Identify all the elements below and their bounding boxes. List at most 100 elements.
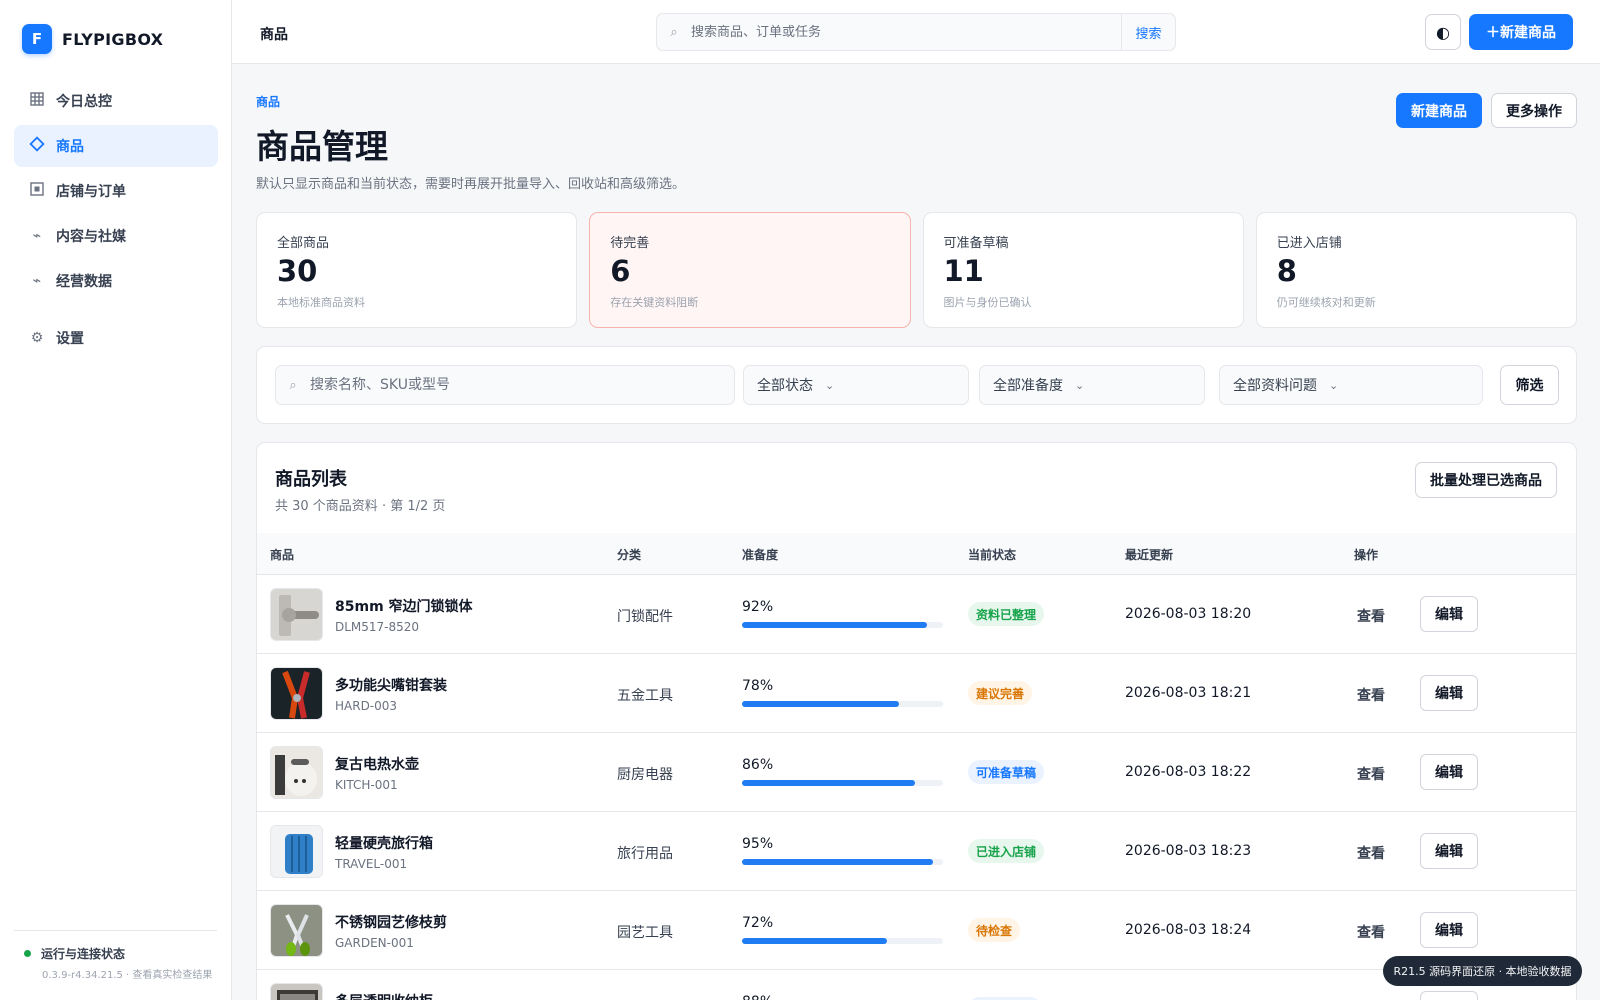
sidebar-item-business-data[interactable]: ⌁ 经营数据 [14, 260, 218, 302]
table-row[interactable]: 85mm 窄边门锁锁体 DLM517-8520 门锁配件 92% 资料已整理 2026-0… [257, 575, 1576, 654]
column-header-product[interactable]: 商品 [270, 546, 294, 563]
stat-label: 全部商品 [277, 236, 330, 251]
status-select[interactable]: 全部状态 ⌄ [743, 365, 969, 405]
column-header-status[interactable]: 当前状态 [968, 546, 1016, 563]
theme-toggle-icon[interactable]: ◐ [1425, 14, 1461, 50]
brand-name: FLYPIGBOX [62, 29, 164, 49]
updated-time: 2026-08-03 18:22 [1125, 764, 1252, 780]
gear-icon: ⚙ [30, 330, 44, 346]
column-header-category[interactable]: 分类 [617, 546, 641, 563]
product-name[interactable]: 多功能尖嘴钳套装 [335, 675, 447, 695]
view-button[interactable]: 查看 [1357, 606, 1385, 626]
product-name[interactable]: 不锈钢园艺修枝剪 [335, 912, 447, 932]
sidebar-item-content-social[interactable]: ⌁ 内容与社媒 [14, 215, 218, 257]
edit-button[interactable]: 编辑 [1420, 754, 1478, 790]
status-badge: 已进入店铺 [968, 839, 1045, 863]
product-name[interactable]: 多层透明收纳柜 [335, 991, 433, 1000]
edit-button[interactable]: 编辑 [1420, 833, 1478, 869]
brand[interactable]: F FLYPIGBOX [22, 24, 163, 54]
global-search-input[interactable] [691, 14, 1121, 50]
sidebar-item-stores-orders[interactable]: 店铺与订单 [14, 170, 218, 212]
view-button[interactable]: 查看 [1357, 843, 1385, 863]
topbar-title: 商品 [260, 27, 288, 43]
sidebar-item-label: 经营数据 [56, 274, 112, 290]
sidebar-item-label: 内容与社媒 [56, 229, 126, 245]
stat-note: 存在关键资料阻断 [610, 296, 699, 310]
product-thumbnail[interactable] [270, 667, 323, 720]
table-row[interactable]: 不锈钢园艺修枝剪 GARDEN-001 园艺工具 72% 待检查 2026-08-03 1… [257, 891, 1576, 970]
sidebar-item-dashboard[interactable]: 今日总控 [14, 80, 218, 122]
edit-button[interactable]: 编辑 [1420, 912, 1478, 948]
product-category: 五金工具 [617, 688, 673, 704]
breadcrumb[interactable]: 商品 [256, 93, 280, 110]
readiness-select[interactable]: 全部准备度 ⌄ [979, 365, 1205, 405]
stat-card-all[interactable]: 全部商品 30 本地标准商品资料 [256, 212, 578, 328]
stat-card-draft-ready[interactable]: 可准备草稿 11 图片与身份已确认 [922, 212, 1244, 328]
product-thumbnail[interactable] [270, 825, 323, 878]
readiness-percent: 88% [742, 994, 773, 1000]
product-thumbnail[interactable] [270, 588, 323, 641]
global-search: ⌕ 搜索 [656, 13, 1176, 51]
status-badge: 可准备草稿 [968, 760, 1045, 784]
column-header-updated[interactable]: 最近更新 [1125, 546, 1173, 563]
product-sku: TRAVEL-001 [335, 857, 408, 871]
edit-button[interactable]: 编辑 [1420, 596, 1478, 632]
filter-button[interactable]: 筛选 [1500, 365, 1559, 405]
status-badge: 建议完善 [968, 681, 1033, 705]
stat-card-in-store[interactable]: 已进入店铺 8 仍可继续核对和更新 [1255, 212, 1577, 328]
issues-select[interactable]: 全部资料问题 ⌄ [1219, 365, 1483, 405]
batch-process-button[interactable]: 批量处理已选商品 [1415, 462, 1557, 498]
more-actions-button[interactable]: 更多操作 [1491, 93, 1577, 128]
readiness-percent: 92% [742, 599, 774, 615]
table-row[interactable]: 多层透明收纳柜88%查看编辑 [257, 970, 1576, 1000]
sidebar-item-products[interactable]: 商品 [14, 125, 218, 167]
table-body: 85mm 窄边门锁锁体 DLM517-8520 门锁配件 92% 资料已整理 2026-0… [257, 575, 1576, 1000]
sidebar-item-settings[interactable]: ⚙ 设置 [14, 317, 218, 359]
view-button[interactable]: 查看 [1357, 764, 1385, 784]
product-name[interactable]: 轻量硬壳旅行箱 [335, 833, 433, 853]
edit-button[interactable]: 编辑 [1420, 675, 1478, 711]
product-thumbnail[interactable] [270, 983, 323, 1000]
diamond-icon [28, 136, 46, 156]
product-name[interactable]: 复古电热水壶 [335, 754, 419, 774]
filter-bar: ⌕ 全部状态 ⌄ 全部准备度 ⌄ 全部资料问题 ⌄ 筛选 [256, 346, 1577, 424]
stat-label: 待完善 [610, 236, 650, 251]
search-button[interactable]: 搜索 [1121, 14, 1175, 50]
sidebar-footer[interactable]: 运行与连接状态 0.3.9-r4.34.21.5 · 查看真实检查结果 [14, 930, 217, 981]
product-thumbnail[interactable] [270, 746, 323, 799]
sidebar-item-label: 商品 [56, 139, 84, 155]
stat-cards: 全部商品 30 本地标准商品资料 待完善 6 存在关键资料阻断 可准备草稿 11… [256, 212, 1577, 328]
new-product-button[interactable]: 新建商品 [1396, 93, 1482, 128]
readiness-select-value: 全部准备度 [993, 378, 1063, 394]
readiness-percent: 86% [742, 757, 774, 773]
updated-time: 2026-08-03 18:20 [1125, 606, 1252, 622]
stat-card-pending[interactable]: 待完善 6 存在关键资料阻断 [589, 212, 911, 328]
stat-value: 6 [610, 254, 631, 288]
readiness-percent: 72% [742, 915, 774, 931]
readiness-bar-fill [742, 938, 887, 944]
product-category: 园艺工具 [617, 925, 673, 941]
table-row[interactable]: 复古电热水壶 KITCH-001 厨房电器 86% 可准备草稿 2026-08-03 18… [257, 733, 1576, 812]
edit-button[interactable]: 编辑 [1420, 991, 1478, 1000]
topbar-new-product-button[interactable]: ＋新建商品 [1469, 14, 1573, 50]
readiness-bar-fill [742, 622, 927, 628]
readiness-bar [742, 622, 943, 628]
product-category: 旅行用品 [617, 846, 673, 862]
search-icon: ⌕ [670, 24, 678, 40]
table-row[interactable]: 多功能尖嘴钳套装 HARD-003 五金工具 78% 建议完善 2026-08-03 18… [257, 654, 1576, 733]
product-thumbnail[interactable] [270, 904, 323, 957]
product-search-input[interactable] [310, 366, 734, 404]
list-title: 商品列表 [275, 469, 347, 490]
view-button[interactable]: 查看 [1357, 922, 1385, 942]
grid-icon [28, 92, 46, 110]
table-row[interactable]: 轻量硬壳旅行箱 TRAVEL-001 旅行用品 95% 已进入店铺 2026-08-03 … [257, 812, 1576, 891]
product-name[interactable]: 85mm 窄边门锁锁体 [335, 596, 473, 616]
readiness-bar [742, 938, 943, 944]
column-header-readiness[interactable]: 准备度 [742, 546, 778, 563]
page-title: 商品管理 [256, 127, 388, 166]
stat-value: 11 [943, 254, 984, 288]
readiness-bar-fill [742, 701, 899, 707]
view-button[interactable]: 查看 [1357, 685, 1385, 705]
readiness-bar [742, 701, 943, 707]
info-toast: R21.5 源码界面还原 · 本地验收数据 [1383, 956, 1582, 986]
